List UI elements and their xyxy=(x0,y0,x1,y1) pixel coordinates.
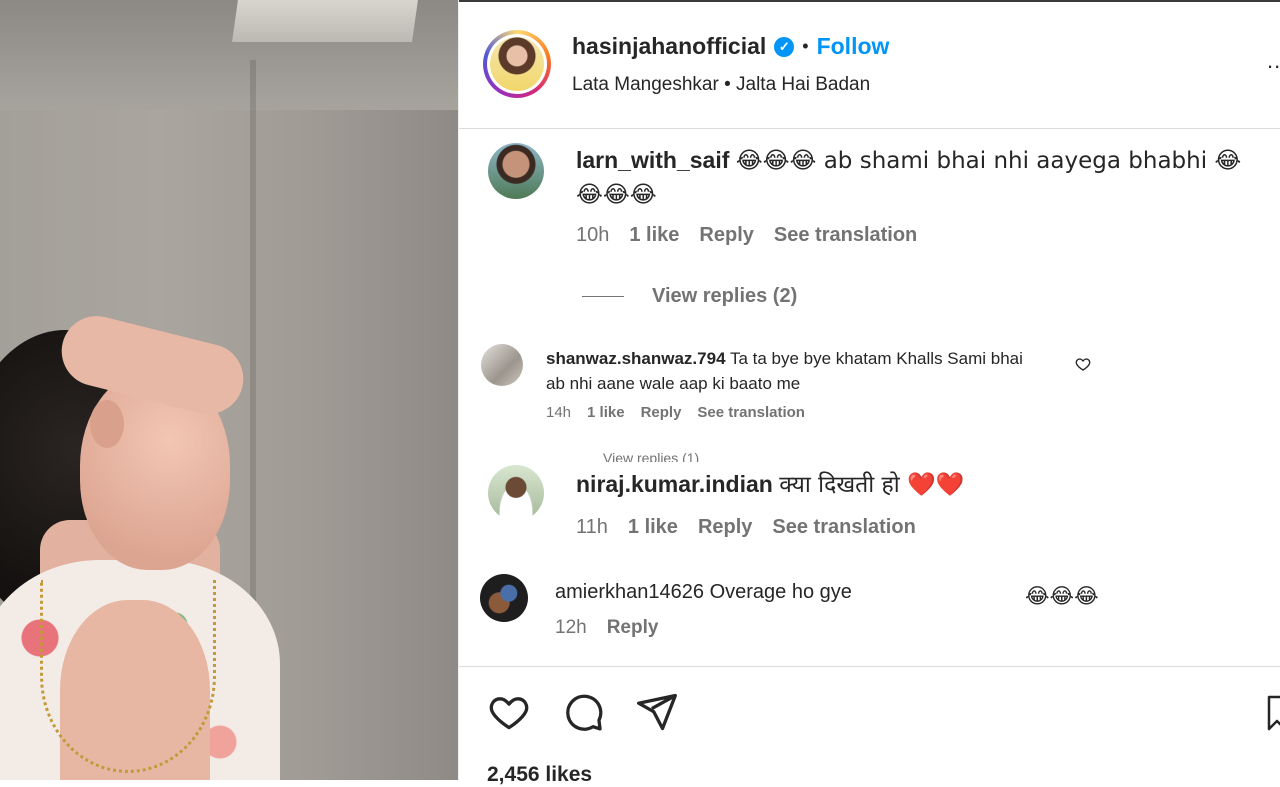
commenter-avatar[interactable] xyxy=(488,143,544,199)
see-translation-button[interactable]: See translation xyxy=(774,224,917,247)
comment-time: 14h xyxy=(546,404,572,421)
actions-divider xyxy=(459,666,1280,667)
comment-body-line2: 😂😂😂 xyxy=(576,182,657,208)
commenter-avatar[interactable] xyxy=(481,344,523,386)
comment-username[interactable]: niraj.kumar.indian xyxy=(576,471,773,497)
comment-text: amierkhan14626 Overage ho gye xyxy=(555,578,1035,606)
comment-meta: 12h Reply xyxy=(555,617,658,639)
author-avatar[interactable] xyxy=(483,30,551,98)
comment-icon[interactable] xyxy=(561,690,605,734)
reply-button[interactable]: Reply xyxy=(641,404,682,421)
reply-button[interactable]: Reply xyxy=(699,224,753,247)
media-ear xyxy=(90,400,124,448)
likes-count[interactable]: 2,456 likes xyxy=(487,763,592,787)
heart-icon[interactable] xyxy=(487,690,531,734)
comment-body: 😂😂😂 ab shami bhai nhi aayega bhabhi 😂 xyxy=(735,148,1242,174)
comment-likes[interactable]: 1 like xyxy=(587,404,625,421)
comment-username[interactable]: larn_with_saif xyxy=(576,147,729,173)
comment-body: क्या दिखती हो ❤️❤️ xyxy=(779,472,965,498)
comment-likes[interactable]: 1 like xyxy=(629,224,679,247)
comment-meta: 11h 1 like Reply See translation xyxy=(576,516,916,539)
view-replies-button[interactable]: View replies (2) xyxy=(582,285,797,308)
comment-text: shanwaz.shanwaz.794 Ta ta bye bye khatam… xyxy=(546,346,1046,396)
author-line: hasinjahanofficial ✓ • Follow xyxy=(572,33,889,60)
author-avatar-image xyxy=(490,37,544,91)
like-comment-heart-icon[interactable] xyxy=(1075,356,1091,372)
view-replies-button[interactable]: View replies (1) xyxy=(603,450,699,462)
comment-text: niraj.kumar.indian क्या दिखती हो ❤️❤️ xyxy=(576,468,1256,502)
comment-time: 10h xyxy=(576,224,610,246)
reply-button[interactable]: Reply xyxy=(607,617,659,639)
comment-body: Overage ho gye xyxy=(709,581,852,603)
author-username[interactable]: hasinjahanofficial xyxy=(572,33,766,60)
comment-username[interactable]: amierkhan14626 xyxy=(555,581,704,603)
follow-button[interactable]: Follow xyxy=(817,33,890,60)
audio-link[interactable]: Lata Mangeshkar • Jalta Hai Badan xyxy=(572,74,870,96)
comments-list: larn_with_saif 😂😂😂 ab shami bhai nhi aay… xyxy=(459,130,1280,665)
replies-line xyxy=(582,296,624,297)
commenter-avatar[interactable] xyxy=(488,465,544,521)
comment-meta: 10h 1 like Reply See translation xyxy=(576,224,917,247)
comment-text: larn_with_saif 😂😂😂 ab shami bhai nhi aay… xyxy=(576,144,1256,212)
see-translation-button[interactable]: See translation xyxy=(697,404,805,421)
comment-meta: 14h 1 like Reply See translation xyxy=(546,404,805,421)
commenter-avatar[interactable] xyxy=(480,574,528,622)
reply-button[interactable]: Reply xyxy=(698,516,752,539)
post-header: hasinjahanofficial ✓ • Follow Lata Mange… xyxy=(459,0,1280,129)
share-icon[interactable] xyxy=(635,690,679,734)
post-media[interactable] xyxy=(0,0,458,780)
bookmark-icon[interactable] xyxy=(1267,695,1280,731)
comment-emoji-trail: 😂😂😂 xyxy=(1025,584,1099,608)
more-icon[interactable]: ... xyxy=(1267,48,1280,74)
comment-likes[interactable]: 1 like xyxy=(628,516,678,539)
post-panel: hasinjahanofficial ✓ • Follow Lata Mange… xyxy=(458,0,1280,786)
verified-icon: ✓ xyxy=(774,36,795,57)
action-bar xyxy=(487,690,679,734)
see-translation-button[interactable]: See translation xyxy=(772,516,915,539)
comment-time: 11h xyxy=(576,516,608,538)
view-replies-label: View replies (2) xyxy=(652,285,798,307)
media-ceiling-light xyxy=(232,0,418,42)
separator-dot: • xyxy=(802,36,809,56)
comment-username[interactable]: shanwaz.shanwaz.794 xyxy=(546,349,726,368)
comment-time: 12h xyxy=(555,617,587,638)
media-gold-chain xyxy=(40,580,216,773)
